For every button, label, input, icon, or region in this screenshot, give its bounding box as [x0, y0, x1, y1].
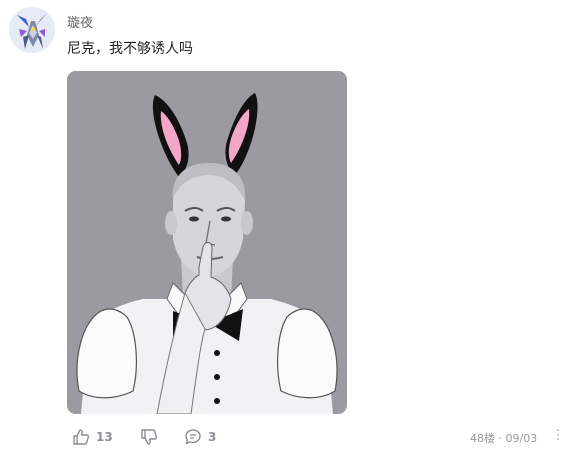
- comment-meta: 48楼 · 09/03: [470, 430, 537, 446]
- like-button[interactable]: 13: [72, 426, 113, 448]
- bunny-ears-illustration: [67, 71, 347, 414]
- comment-date: 09/03: [505, 432, 538, 445]
- more-options-button[interactable]: ···: [549, 428, 565, 441]
- comment-username[interactable]: 璇夜: [67, 12, 93, 31]
- dislike-button[interactable]: [140, 426, 158, 448]
- thumbs-up-icon: [73, 429, 90, 445]
- thumbs-down-icon: [141, 429, 158, 445]
- comment-attached-image[interactable]: [67, 71, 347, 414]
- comment-text: 尼克，我不够诱人吗: [67, 41, 193, 57]
- like-count: 13: [96, 430, 113, 444]
- reply-count: 3: [208, 430, 217, 444]
- comment-bubble-icon: [185, 429, 201, 445]
- meta-separator: ·: [498, 432, 503, 445]
- user-avatar[interactable]: [9, 7, 55, 53]
- floor-number: 48楼: [470, 432, 495, 445]
- mecha-avatar-image: [9, 7, 55, 53]
- reply-button[interactable]: 3: [184, 426, 216, 448]
